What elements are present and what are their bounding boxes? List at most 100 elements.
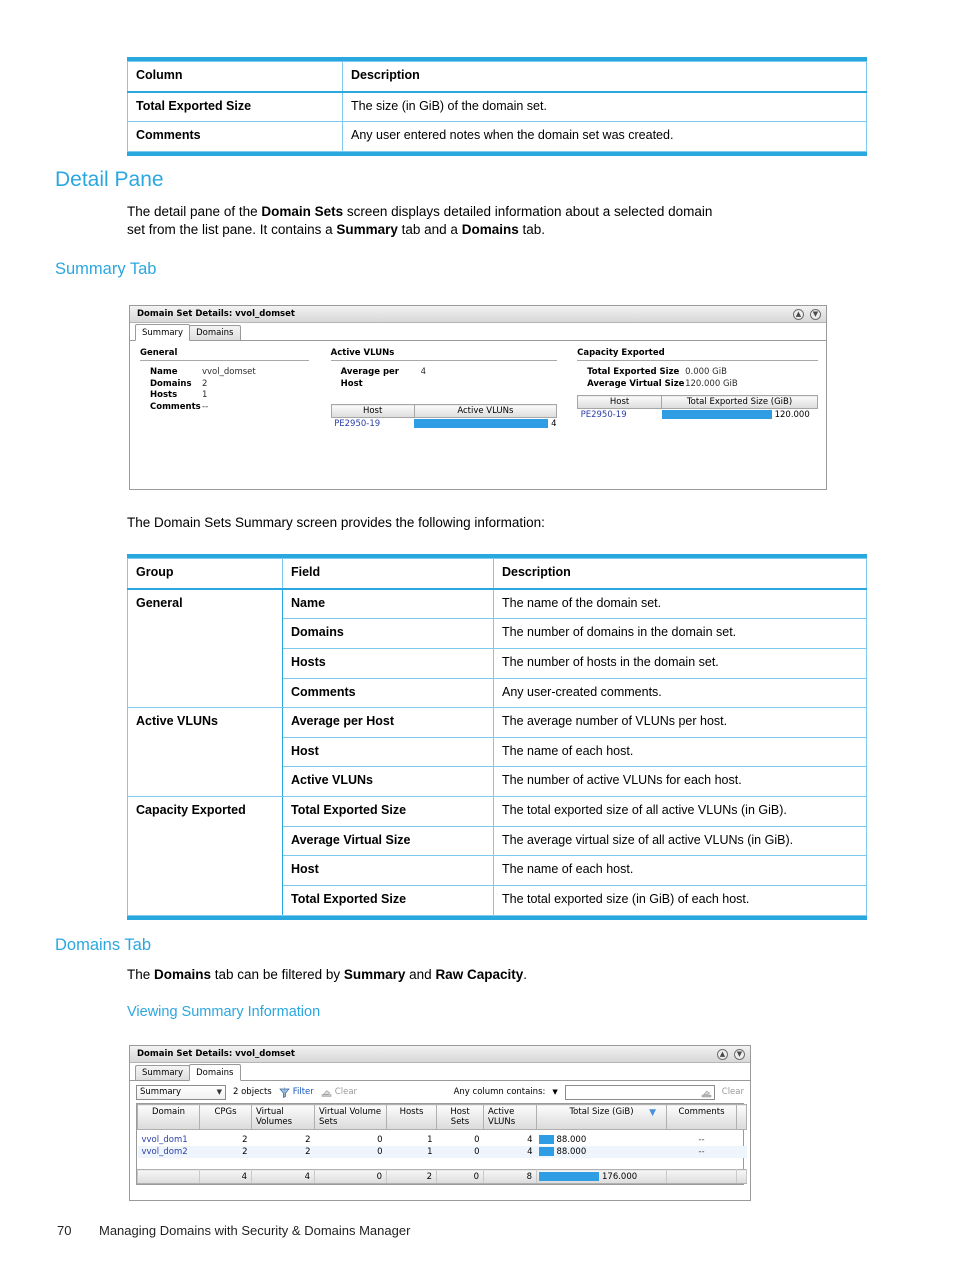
clear-filter-button[interactable]: Clear	[321, 1087, 357, 1098]
chevron-down-icon[interactable]: ▼	[552, 1088, 557, 1096]
th-hosts[interactable]: Hosts	[386, 1104, 437, 1130]
bar-value-total-size-total: 176.000	[602, 1171, 638, 1182]
th-virtual-volumes[interactable]: Virtual Volumes	[251, 1104, 315, 1130]
value-total-exported-size: 0.000 GiB	[685, 367, 727, 377]
general-section-title: General	[140, 348, 309, 361]
table-header-row: Host Total Exported Size (GiB)	[577, 395, 818, 409]
app-titlebar: Domain Set Details: vvol_domset ▲ ▼	[130, 306, 826, 323]
text-fragment: tab.	[518, 222, 545, 238]
table-row[interactable]: PE2950-19 120.000	[578, 409, 818, 421]
th-description: Description	[493, 557, 867, 590]
tab-summary[interactable]: Summary	[135, 324, 191, 341]
capacity-field-row: Average Virtual Size 120.000 GiB	[587, 379, 818, 391]
cell-group-general: General	[127, 588, 283, 709]
app-title: Domain Set Details: vvol_domset	[137, 1049, 295, 1059]
th-active-vluns[interactable]: Active VLUNs	[483, 1104, 537, 1130]
th-host[interactable]: Host	[577, 395, 663, 409]
grid-empty-row	[138, 1158, 747, 1170]
tab-summary[interactable]: Summary	[135, 1065, 191, 1080]
text-fragment: The	[127, 967, 155, 982]
general-field-row: Domains 2	[150, 379, 309, 391]
label-hosts: Hosts	[150, 390, 178, 400]
cell-spacer	[737, 1146, 747, 1158]
th-host[interactable]: Host	[330, 404, 415, 418]
cell-spacer	[737, 1134, 747, 1146]
cell-virtual-volumes: 2	[305, 1146, 311, 1157]
cell-description: Any user-created comments.	[493, 677, 867, 709]
close-circle-icon[interactable]: ▼	[734, 1048, 745, 1060]
cell-description: The number of domains in the domain set.	[493, 618, 867, 649]
bar-value-total-size: 88.000	[556, 1134, 587, 1145]
cell-total-size: 88.000	[537, 1134, 667, 1146]
capacity-exported-table: Host Total Exported Size (GiB) PE2950-19…	[577, 395, 818, 421]
cell-field: Average Virtual Size	[282, 825, 494, 857]
collapse-circle-icon[interactable]: ▲	[717, 1048, 728, 1060]
th-virtual-volume-sets[interactable]: Virtual Volume Sets	[314, 1104, 387, 1130]
cell-field: Comments	[282, 677, 494, 709]
th-total-exported-size[interactable]: Total Exported Size (GiB)	[661, 395, 818, 409]
search-clear-button[interactable]: Clear	[722, 1087, 744, 1097]
cell-total-exported-bar: 120.000	[661, 409, 818, 421]
cell-description: The total exported size (in GiB) of each…	[493, 884, 867, 916]
tab-domains[interactable]: Domains	[189, 325, 241, 340]
table-header-row: Column Description	[127, 60, 867, 93]
search-scope-label: Any column contains:	[453, 1087, 546, 1097]
cell-domain: vvol_dom2	[141, 1146, 188, 1157]
text-bold-domain-sets: Domain Sets	[261, 204, 344, 219]
table-row[interactable]: vvol_dom1 2 2 0 1 0 4 88.000 --	[138, 1134, 747, 1146]
view-select-value: Summary	[140, 1087, 182, 1097]
cell-total-total-size: 176.000	[536, 1169, 667, 1184]
th-field: Field	[282, 557, 494, 590]
text-fragment: tab and a	[397, 222, 462, 238]
table-row[interactable]: PE2950-19 4	[331, 418, 556, 430]
value-name: vvol_domset	[202, 367, 256, 377]
table-bottom-rule	[127, 915, 867, 920]
text-bold-raw-capacity: Raw Capacity	[435, 967, 524, 982]
app-title: Domain Set Details: vvol_domset	[137, 309, 295, 319]
collapse-circle-icon[interactable]: ▲	[793, 308, 804, 320]
th-domain[interactable]: Domain	[137, 1104, 200, 1130]
filter-icon	[278, 1086, 290, 1098]
cell-field: Hosts	[282, 647, 494, 679]
footer-text: Managing Domains with Security & Domains…	[99, 1223, 411, 1238]
cell-description: The average virtual size of all active V…	[493, 825, 867, 857]
cell-host: PE2950-19	[334, 418, 381, 429]
th-host-sets[interactable]: Host Sets	[436, 1104, 484, 1130]
screenshot-domains-tab: Domain Set Details: vvol_domset ▲ ▼ Summ…	[129, 1045, 751, 1201]
tab-domains[interactable]: Domains	[189, 1064, 241, 1081]
label-total-exported-size: Total Exported Size	[587, 367, 680, 377]
label-average-per-host: Average per Host	[340, 367, 399, 389]
table-row: Total Exported Size The size (in GiB) of…	[127, 91, 867, 123]
cell-field: Name	[282, 588, 494, 620]
text-bold-domains: Domains	[154, 967, 212, 982]
cell-group-active-vluns: Active VLUNs	[127, 707, 283, 797]
domains-grid: Domain CPGs Virtual Volumes Virtual Volu…	[136, 1103, 747, 1185]
bar-total-size	[538, 1147, 554, 1156]
cell-hosts: 1	[427, 1146, 433, 1157]
th-spacer	[736, 1104, 747, 1130]
label-domains: Domains	[150, 378, 192, 389]
page-number: 70	[57, 1223, 72, 1238]
cell-field: Domains	[282, 618, 494, 649]
paragraph-detail-pane: The detail pane of the Domain Sets scree…	[127, 203, 869, 239]
bar-active-vluns	[414, 419, 549, 429]
th-total-size[interactable]: Total Size (GiB) ▼	[536, 1104, 667, 1130]
th-cpgs[interactable]: CPGs	[199, 1104, 252, 1130]
cell-description: The name of each host.	[493, 736, 867, 768]
value-average-per-host: 4	[420, 367, 427, 377]
tabstrip: Summary Domains	[130, 1063, 750, 1081]
table-row[interactable]: vvol_dom2 2 2 0 1 0 4 88.000 --	[137, 1145, 747, 1158]
th-active-vluns[interactable]: Active VLUNs	[413, 404, 558, 418]
capacity-exported-section: Capacity Exported Total Exported Size 0.0…	[577, 348, 818, 430]
column-description-table: Column Description Total Exported Size T…	[127, 60, 867, 152]
view-select[interactable]: Summary ▼	[136, 1084, 226, 1100]
search-input[interactable]	[564, 1084, 715, 1100]
label-average-virtual-size: Average Virtual Size	[587, 378, 685, 389]
group-field-description-table: Group Field Description General Name The…	[127, 557, 867, 916]
close-circle-icon[interactable]: ▼	[810, 308, 821, 320]
label-name: Name	[150, 367, 178, 377]
value-hosts: 1	[202, 390, 208, 400]
filter-button[interactable]: Filter	[278, 1086, 314, 1098]
cell-spacer	[736, 1169, 747, 1184]
th-comments[interactable]: Comments	[666, 1104, 737, 1130]
